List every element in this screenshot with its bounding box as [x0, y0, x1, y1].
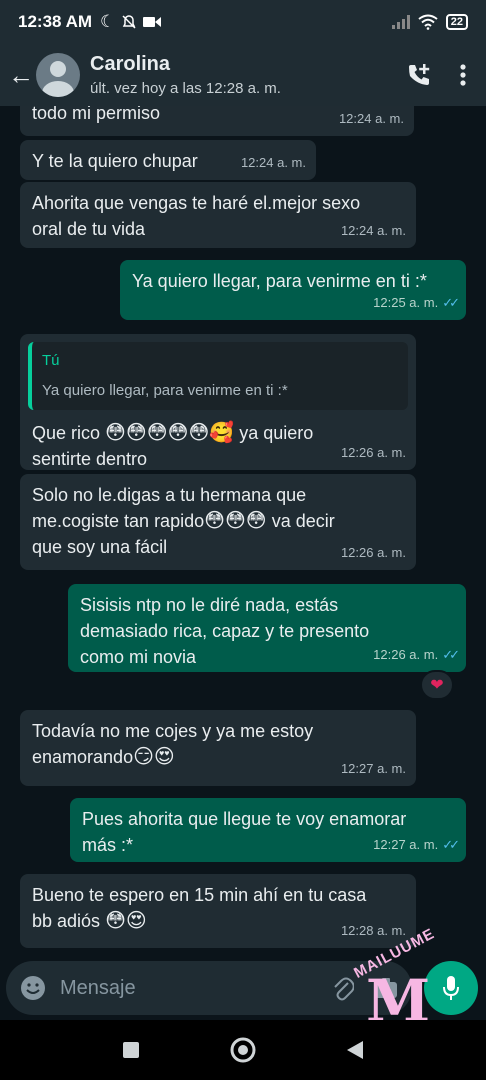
message-bubble[interactable]: Tú Ya quiero llegar, para venirme en ti … — [20, 334, 416, 470]
message-time: 12:27 a. m. — [373, 837, 439, 852]
message-time: 12:26 a. m. — [340, 445, 406, 460]
message-time: 12:24 a. m. — [340, 223, 406, 238]
read-ticks-icon: ✓✓ — [442, 837, 460, 852]
emoji-group: 😳😳😳 — [204, 510, 267, 532]
last-seen: últ. vez hoy a las 12:28 a. m. — [90, 80, 281, 97]
contact-info[interactable]: Carolina últ. vez hoy a las 12:28 a. m. — [90, 53, 281, 97]
battery-icon: 22 — [445, 14, 468, 30]
emoji-group: 😏😍 — [133, 746, 175, 768]
message-bubble[interactable]: todo mi permiso 12:24 a. m. — [20, 106, 414, 136]
message-time: 12:26 a. m. — [373, 647, 439, 662]
message-bubble[interactable]: Solo no le.digas a tu hermana que me.cog… — [20, 474, 416, 570]
message-bubble[interactable]: Ahorita que vengas te haré el.mejor sexo… — [20, 182, 416, 248]
signal-icon — [391, 15, 410, 29]
wifi-icon — [418, 14, 438, 30]
message-composer[interactable]: Mensaje — [6, 961, 412, 1015]
message-bubble[interactable]: Pues ahorita que llegue te voy enamorar … — [70, 798, 466, 862]
message-bubble[interactable]: Ya quiero llegar, para venirme en ti :* … — [120, 260, 466, 320]
camera-icon[interactable] — [374, 977, 398, 999]
back-nav-icon[interactable] — [346, 1040, 364, 1060]
video-icon — [143, 17, 162, 27]
system-nav-bar — [0, 1020, 486, 1080]
home-icon[interactable] — [230, 1037, 256, 1063]
mic-button[interactable] — [424, 961, 478, 1015]
message-bubble[interactable]: Todavía no me cojes y ya me estoy enamor… — [20, 710, 416, 786]
message-bubble[interactable]: Y te la quiero chupar 12:24 a. m. — [20, 140, 316, 180]
add-call-icon[interactable] — [406, 62, 432, 88]
back-arrow-icon[interactable]: ← — [8, 60, 34, 91]
moon-icon: ☾ — [100, 12, 116, 31]
read-ticks-icon: ✓✓ — [442, 647, 460, 662]
message-bubble[interactable]: Bueno te espero en 15 min ahí en tu casa… — [20, 874, 416, 948]
quoted-reply[interactable]: Tú Ya quiero llegar, para venirme en ti … — [28, 342, 408, 410]
message-time: 12:24 a. m. — [240, 155, 306, 170]
quote-text: Ya quiero llegar, para venirme en ti :* — [42, 382, 288, 399]
message-time: 12:25 a. m. — [373, 295, 439, 310]
message-time: 12:26 a. m. — [340, 545, 406, 560]
emoji-group: 😳😍 — [105, 910, 147, 932]
bell-off-icon — [122, 15, 136, 29]
read-ticks-icon: ✓✓ — [442, 295, 460, 310]
avatar[interactable] — [36, 53, 80, 97]
more-options-icon[interactable] — [460, 64, 466, 86]
chat-header: ← Carolina últ. vez hoy a las 12:28 a. m… — [0, 44, 486, 106]
message-time: 12:24 a. m. — [338, 111, 404, 126]
contact-name: Carolina — [90, 53, 171, 75]
status-time: 12:38 AM — [18, 12, 93, 31]
recents-icon[interactable] — [122, 1041, 140, 1059]
status-bar: 12:38 AM ☾ 22 — [0, 0, 486, 44]
attach-icon[interactable] — [332, 975, 354, 1001]
message-time: 12:28 a. m. — [340, 923, 406, 938]
emoji-group: 😳😳😳😳😳🥰 — [105, 422, 235, 444]
quote-author: Tú — [42, 352, 60, 369]
message-bubble[interactable]: Sisisis ntp no le diré nada, estás demas… — [68, 584, 466, 672]
heart-reaction-icon[interactable]: ❤ — [420, 670, 454, 700]
emoji-icon[interactable] — [20, 975, 46, 1001]
message-input[interactable]: Mensaje — [60, 977, 136, 1000]
mic-icon — [443, 976, 459, 1000]
message-time: 12:27 a. m. — [340, 761, 406, 776]
message-list[interactable]: todo mi permiso 12:24 a. m. Y te la quie… — [0, 106, 486, 956]
